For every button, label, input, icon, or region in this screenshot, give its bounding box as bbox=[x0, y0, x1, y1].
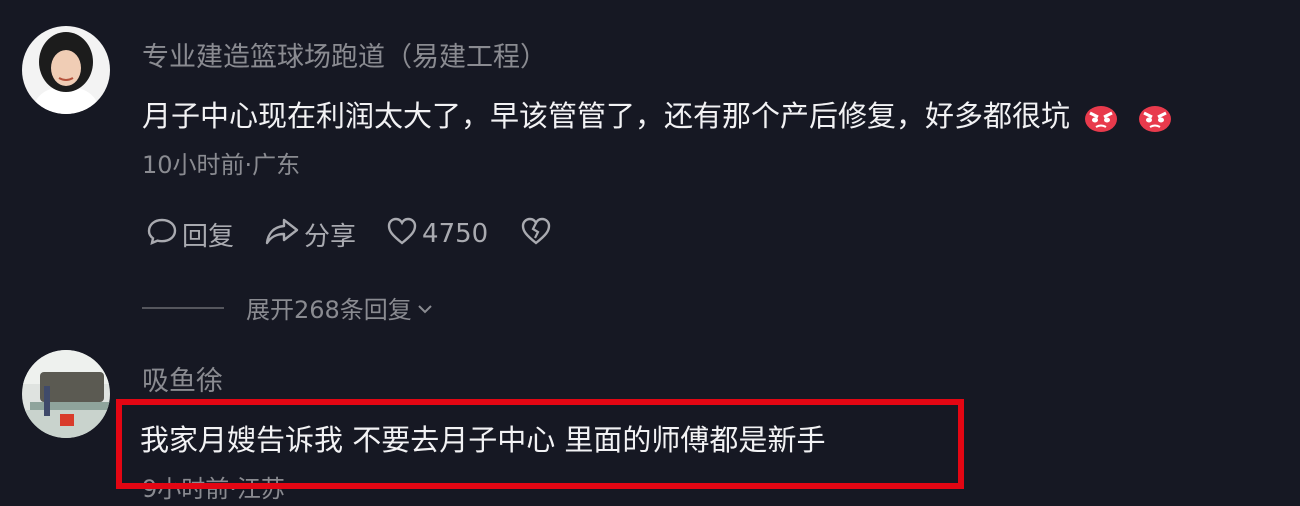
dislike-button[interactable] bbox=[520, 216, 556, 253]
share-button[interactable]: 分享 bbox=[264, 216, 356, 253]
chevron-down-icon bbox=[416, 294, 434, 322]
expand-replies-label: 展开268条回复 bbox=[246, 296, 412, 324]
divider-line bbox=[142, 306, 224, 309]
avatar[interactable] bbox=[22, 26, 110, 114]
heart-icon bbox=[386, 216, 422, 253]
angry-face-icon bbox=[1138, 103, 1172, 133]
comment-username[interactable]: 吸鱼徐 bbox=[142, 366, 223, 398]
comment-text: 我家月嫂告诉我 不要去月子中心 里面的师傅都是新手 bbox=[140, 423, 826, 457]
reply-label: 回复 bbox=[182, 221, 235, 252]
like-count: 4750 bbox=[422, 219, 489, 249]
expand-replies-button[interactable]: 展开268条回复 bbox=[142, 290, 434, 325]
comment-meta: 9小时前·江苏 bbox=[142, 475, 285, 503]
like-button[interactable]: 4750 bbox=[386, 216, 488, 253]
reply-button[interactable]: 回复 bbox=[146, 216, 234, 253]
broken-heart-icon bbox=[520, 216, 556, 253]
comment-actions: 回复 分享 4750 bbox=[146, 216, 586, 252]
comment-username[interactable]: 专业建造篮球场跑道（易建工程） bbox=[142, 42, 547, 74]
comment-list: 专业建造篮球场跑道（易建工程） 月子中心现在利润太大了，早该管管了，还有那个产后… bbox=[0, 0, 1300, 506]
avatar[interactable] bbox=[22, 350, 110, 438]
comment-meta: 10小时前·广东 bbox=[142, 151, 301, 179]
comment-text: 月子中心现在利润太大了，早该管管了，还有那个产后修复，好多都很坑 bbox=[142, 98, 1172, 134]
share-arrow-icon bbox=[264, 216, 304, 253]
angry-face-icon bbox=[1084, 103, 1118, 133]
comment-bubble-icon bbox=[146, 216, 182, 253]
comment-text-content: 月子中心现在利润太大了，早该管管了，还有那个产后修复，好多都很坑 bbox=[142, 99, 1071, 133]
share-label: 分享 bbox=[304, 221, 357, 252]
